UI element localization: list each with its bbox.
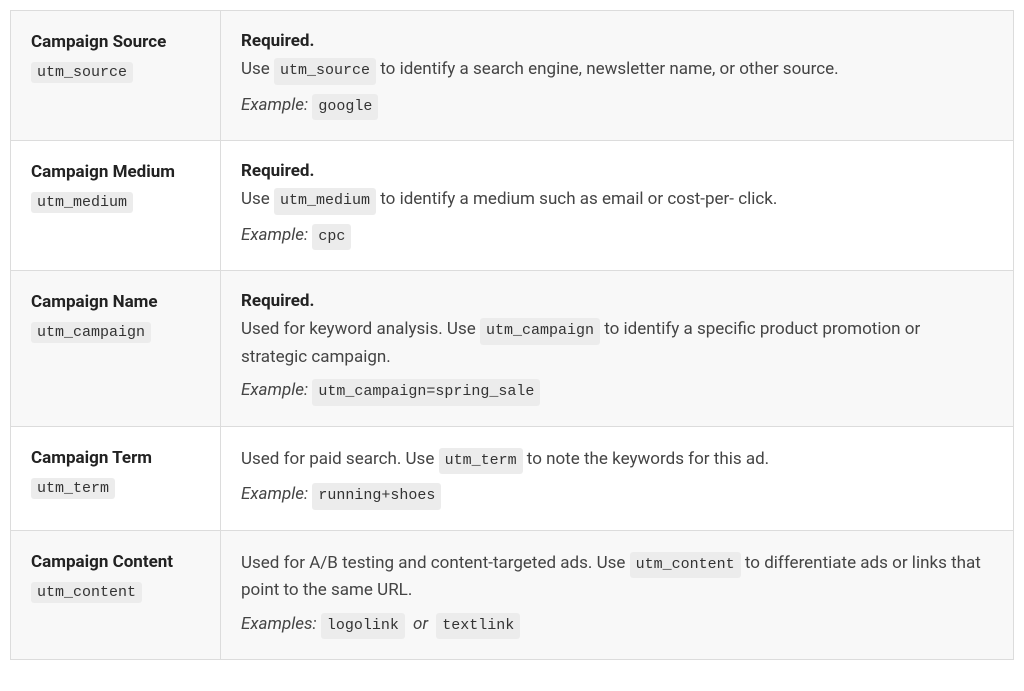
example-line: Example: utm_campaign=spring_sale (241, 378, 987, 406)
example-label: Example: (241, 225, 308, 245)
example-code: logolink (321, 613, 405, 640)
param-code: utm_campaign (31, 322, 151, 343)
param-code: utm_source (31, 62, 133, 83)
example-label: Examples: (241, 614, 317, 634)
desc-cell: Used for A/B testing and content-targete… (221, 531, 1013, 660)
param-code: utm_medium (31, 192, 133, 213)
or-separator: or (413, 614, 428, 634)
param-title: Campaign Source (31, 31, 200, 53)
table-row: Campaign Medium utm_medium Required. Use… (11, 141, 1013, 271)
inline-code: utm_medium (274, 188, 376, 215)
desc-cell: Required. Used for keyword analysis. Use… (221, 271, 1013, 426)
inline-code: utm_term (439, 448, 523, 475)
param-description: Use utm_source to identify a search engi… (241, 57, 987, 85)
param-cell: Campaign Content utm_content (11, 531, 221, 660)
param-code: utm_content (31, 582, 142, 603)
example-code: cpc (312, 224, 351, 251)
param-code: utm_term (31, 478, 115, 499)
inline-code: utm_source (274, 58, 376, 85)
table-row: Campaign Name utm_campaign Required. Use… (11, 271, 1013, 427)
inline-code: utm_content (630, 552, 741, 579)
param-cell: Campaign Term utm_term (11, 427, 221, 530)
param-description: Used for keyword analysis. Use utm_campa… (241, 317, 987, 370)
param-title: Campaign Medium (31, 161, 200, 183)
example-line: Example: cpc (241, 223, 987, 251)
param-title: Campaign Name (31, 291, 200, 313)
param-cell: Campaign Source utm_source (11, 11, 221, 140)
example-line: Example: running+shoes (241, 482, 987, 510)
desc-cell: Required. Use utm_source to identify a s… (221, 11, 1013, 140)
param-description: Used for paid search. Use utm_term to no… (241, 447, 987, 475)
table-row: Campaign Source utm_source Required. Use… (11, 11, 1013, 141)
inline-code: utm_campaign (480, 318, 600, 345)
example-label: Example: (241, 95, 308, 115)
desc-cell: Required. Use utm_medium to identify a m… (221, 141, 1013, 270)
required-label: Required. (241, 31, 987, 51)
table-row: Campaign Term utm_term Used for paid sea… (11, 427, 1013, 531)
example-code: textlink (436, 613, 520, 640)
example-label: Example: (241, 380, 308, 400)
param-description: Use utm_medium to identify a medium such… (241, 187, 987, 215)
example-code: google (312, 94, 378, 121)
required-label: Required. (241, 161, 987, 181)
param-cell: Campaign Medium utm_medium (11, 141, 221, 270)
example-line: Examples: logolink or textlink (241, 612, 987, 640)
example-label: Example: (241, 484, 308, 504)
utm-parameters-table: Campaign Source utm_source Required. Use… (10, 10, 1014, 660)
example-code: utm_campaign=spring_sale (312, 379, 540, 406)
example-code: running+shoes (312, 483, 441, 510)
table-row: Campaign Content utm_content Used for A/… (11, 531, 1013, 660)
required-label: Required. (241, 291, 987, 311)
example-line: Example: google (241, 93, 987, 121)
param-cell: Campaign Name utm_campaign (11, 271, 221, 426)
param-title: Campaign Term (31, 447, 200, 469)
param-title: Campaign Content (31, 551, 200, 573)
param-description: Used for A/B testing and content-targete… (241, 551, 987, 604)
desc-cell: Used for paid search. Use utm_term to no… (221, 427, 1013, 530)
